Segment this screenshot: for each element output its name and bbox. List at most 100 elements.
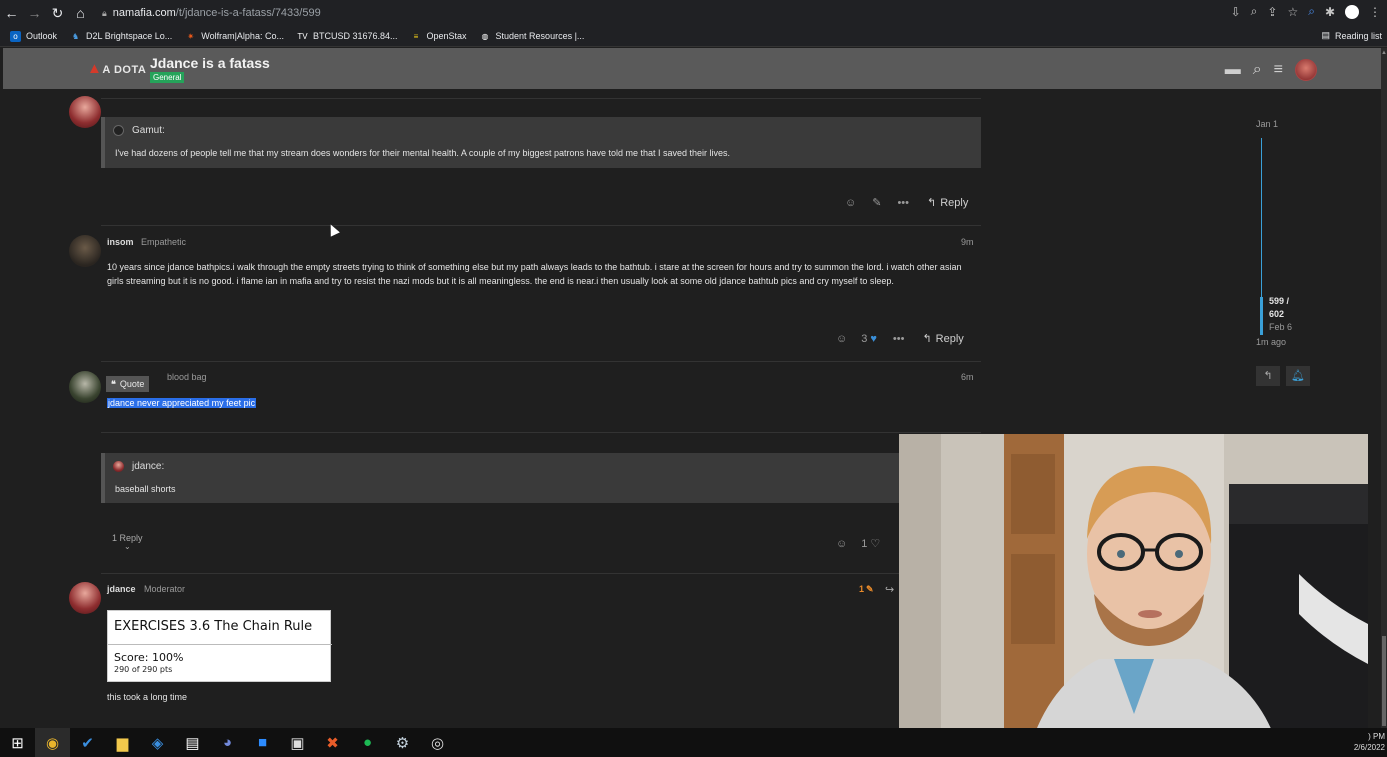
heart-outline-icon[interactable]: ♡ (870, 537, 880, 550)
store-icon[interactable]: ◈ (140, 728, 175, 757)
site-logo[interactable]: ▲A DOTA (87, 60, 146, 77)
smile-reaction-icon[interactable]: ☺ (845, 197, 856, 209)
quote-header[interactable]: jdance: (113, 461, 164, 472)
user-title: blood bag (167, 372, 207, 382)
steam-icon[interactable]: ⚙ (385, 728, 420, 757)
timeline-ago[interactable]: 1m ago (1256, 337, 1286, 347)
chat-couch-icon[interactable]: ▬ (1225, 61, 1241, 79)
category-badge[interactable]: General (150, 72, 185, 83)
todo-icon[interactable]: ✔ (70, 728, 105, 757)
quote-block: Gamut: I've had dozens of people tell me… (101, 117, 981, 168)
reply-button[interactable]: ↰ Reply (927, 196, 968, 210)
extension-search-icon[interactable]: ⌕ (1308, 4, 1315, 19)
topic-timeline[interactable]: Jan 1 599 /602 Feb 6 1m ago (1255, 115, 1335, 395)
post-actions: ☺ 1 ♡ (836, 537, 880, 551)
bookmark-d2l[interactable]: ♞ D2L Brightspace Lo... (70, 31, 172, 42)
scrollbar-thumb[interactable] (1382, 636, 1386, 726)
post-time[interactable]: 6m (961, 372, 974, 382)
share-icon[interactable]: ⇪ (1267, 5, 1277, 19)
taskbar-clock[interactable]: ) PM 2/6/2022 (1354, 731, 1385, 753)
timeline-handle[interactable] (1260, 297, 1263, 335)
avatar[interactable] (69, 96, 101, 128)
more-options-icon[interactable]: ••• (897, 197, 909, 209)
chrome-icon[interactable]: ◉ (35, 728, 70, 757)
heart-filled-icon[interactable]: ♥ (870, 333, 877, 345)
scroll-up-icon[interactable]: ▲ (1381, 50, 1387, 56)
post-time[interactable]: 9m (961, 237, 974, 247)
avatar[interactable] (69, 582, 101, 614)
edit-pencil-icon[interactable]: ✎ (872, 196, 881, 209)
extensions-puzzle-icon[interactable]: ✱ (1325, 5, 1335, 19)
discord-icon[interactable]: ◕ (210, 728, 245, 757)
openstax-icon: ≡ (413, 31, 419, 41)
reply-arrow-icon: ↰ (922, 333, 932, 345)
avatar[interactable] (69, 371, 101, 403)
share-icon[interactable]: ↪ (885, 583, 894, 596)
bookmark-star-icon[interactable]: ☆ (1287, 5, 1298, 19)
hamburger-menu-icon[interactable]: ≡ (1274, 61, 1283, 79)
xsplit-icon[interactable]: ✖ (315, 728, 350, 757)
notes-icon[interactable]: ▤ (175, 728, 210, 757)
quote-selection-button[interactable]: ❝ Quote (106, 376, 150, 392)
spotify-icon[interactable]: ● (350, 728, 385, 757)
image-points: 290 of 290 pts (114, 665, 173, 674)
post-divider (101, 225, 981, 226)
browser-toolbar: ← → ↻ ⌂ 🔒︎ namafia.com/t/jdance-is-a-fat… (0, 0, 1387, 26)
windows-start-icon[interactable]: ⊞ (0, 728, 35, 757)
replies-toggle[interactable]: 1 Reply ⌄ (112, 533, 143, 551)
reload-icon[interactable]: ↻ (46, 5, 69, 22)
topic-title[interactable]: Jdance is a fatass (150, 55, 270, 71)
reply-topic-icon[interactable]: ↰ (1256, 366, 1280, 386)
quote-header[interactable]: Gamut: (113, 125, 165, 136)
smile-reaction-icon[interactable]: ☺ (836, 538, 847, 550)
more-options-icon[interactable]: ••• (893, 333, 905, 345)
image-divider (108, 644, 332, 645)
avatar[interactable] (69, 235, 101, 267)
page-scrollbar[interactable]: ▲ (1381, 48, 1387, 728)
edit-history[interactable]: 1 ✎ (859, 584, 874, 595)
timeline-track[interactable] (1261, 138, 1262, 323)
bookmark-student-resources[interactable]: ◍ Student Resources |... (480, 31, 585, 42)
post-body: jdance never appreciated my feet pic (107, 396, 257, 410)
home-icon[interactable]: ⌂ (69, 5, 92, 21)
reply-button[interactable]: ↰ Reply (922, 332, 963, 346)
timeline-start[interactable]: Jan 1 (1256, 119, 1278, 129)
window-app-icon[interactable]: ▣ (280, 728, 315, 757)
post-divider (101, 432, 981, 433)
forward-icon[interactable]: → (23, 5, 46, 21)
username[interactable]: jdance (107, 584, 136, 594)
search-icon[interactable]: ⌕ (1253, 61, 1262, 79)
reply-arrow-icon: ↰ (927, 197, 937, 209)
post-body: this took a long time (107, 692, 188, 702)
post-actions: ☺ ✎ ••• ↰ Reply (845, 196, 968, 210)
bookmark-outlook[interactable]: o Outlook (10, 30, 57, 42)
chevron-down-icon: ⌄ (124, 542, 131, 551)
zoom-icon[interactable]: ⌕ (1251, 4, 1258, 19)
webcam-picture (899, 434, 1368, 750)
like-count: 1 (861, 537, 868, 550)
outlook-icon: o (10, 30, 21, 42)
reading-list-button[interactable]: ▤ Reading list (1321, 30, 1382, 41)
lock-icon: 🔒︎ (102, 7, 107, 18)
notification-bell-icon[interactable]: 🔔︎ (1286, 366, 1310, 386)
image-score: Score: 100% (114, 651, 184, 664)
bookmark-openstax[interactable]: ≡ OpenStax (411, 31, 467, 42)
menu-kebab-icon[interactable]: ⋮ (1369, 5, 1381, 19)
obs-icon[interactable]: ◎ (420, 728, 455, 757)
file-explorer-icon[interactable]: ▆ (105, 728, 140, 757)
bookmark-wolfram[interactable]: ✷ Wolfram|Alpha: Co... (185, 31, 284, 42)
install-icon[interactable]: ⇩ (1231, 5, 1241, 19)
address-bar[interactable]: 🔒︎ namafia.com/t/jdance-is-a-fatass/7433… (98, 2, 1188, 24)
smile-reaction-icon[interactable]: ☺ (836, 333, 847, 345)
back-icon[interactable]: ← (0, 5, 23, 21)
username[interactable]: insom (107, 237, 134, 247)
image-title: EXERCISES 3.6 The Chain Rule (114, 619, 313, 634)
zoom-app-icon[interactable]: ■ (245, 728, 280, 757)
score-image[interactable]: EXERCISES 3.6 The Chain Rule Score: 100%… (107, 610, 332, 682)
bookmarks-bar: o Outlook ♞ D2L Brightspace Lo... ✷ Wolfram… (0, 26, 1387, 47)
bookmark-btcusd[interactable]: TV BTCUSD 31676.84... (297, 31, 397, 42)
profile-avatar[interactable] (1345, 4, 1359, 19)
user-avatar[interactable] (1295, 59, 1317, 81)
quote-text: I've had dozens of people tell me that m… (115, 148, 731, 158)
tradingview-icon: TV (297, 31, 308, 41)
